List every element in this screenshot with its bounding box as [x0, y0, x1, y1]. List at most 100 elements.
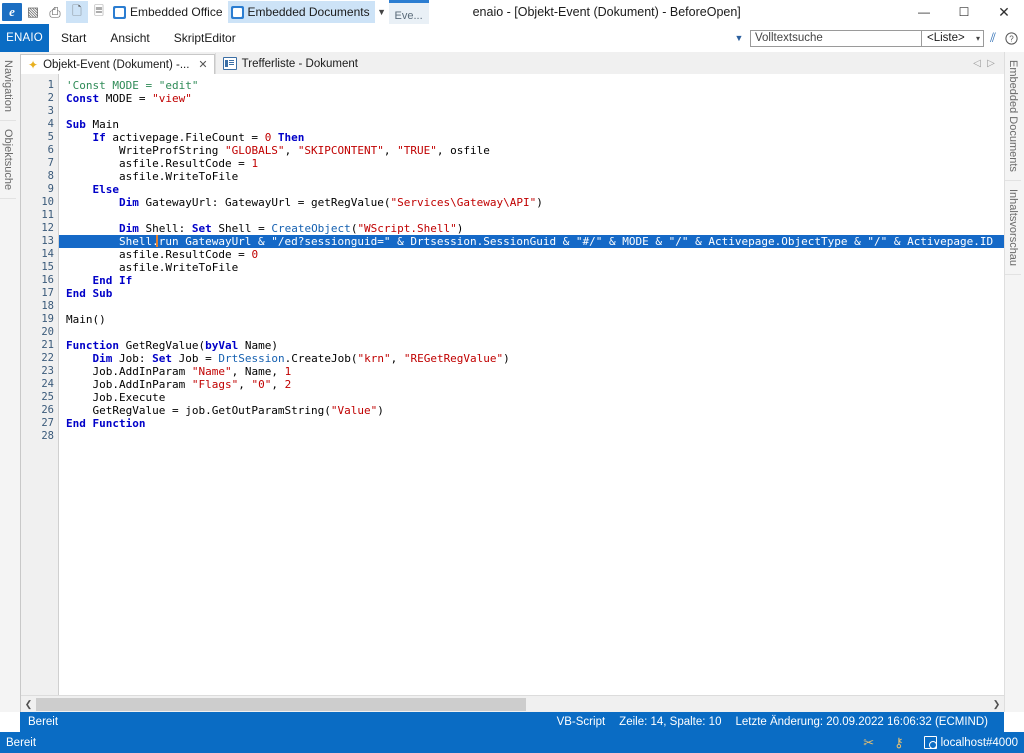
line-number: 7 — [47, 157, 54, 169]
code-line[interactable] — [59, 326, 1004, 339]
code-token: Name) — [244, 339, 278, 352]
code-line[interactable] — [59, 209, 1004, 222]
key-icon[interactable]: ⚷ — [884, 735, 914, 751]
edit-icon[interactable]: ▧ — [22, 1, 44, 23]
close-button[interactable]: ✕ — [984, 0, 1024, 24]
line-number: 12 — [41, 222, 54, 234]
sidebar-item-navigation[interactable]: Navigation — [0, 52, 16, 121]
sidebar-item-embedded-documents[interactable]: Embedded Documents — [1005, 52, 1021, 181]
text-caret — [156, 235, 158, 247]
code-text-area[interactable]: 'Const MODE = "edit" Const MODE = "view" … — [59, 74, 1004, 695]
line-number: 20 — [41, 326, 54, 338]
tab-skripteditor[interactable]: SkriptEditor — [162, 24, 248, 52]
code-token: , — [383, 144, 398, 157]
code-editor[interactable]: 1 2 3 4 5 6 7 8 9 10 11 12 13 14 15 16 17 18 19 20 21 22 23 24 2… — [20, 74, 1004, 712]
code-line[interactable]: Job.Execute — [59, 391, 1004, 404]
scroll-left-icon[interactable]: ❮ — [21, 697, 36, 712]
scissors-icon[interactable]: ✂ — [853, 735, 884, 751]
tab-ansicht[interactable]: Ansicht — [98, 24, 161, 52]
code-line[interactable]: Shell.run GatewayUrl & "/ed?sessionguid=… — [59, 235, 1004, 248]
ribbon-brand-tab[interactable]: ENAIO — [0, 24, 49, 52]
scroll-right-icon[interactable]: ❯ — [989, 697, 1004, 712]
code-token: ) — [503, 352, 510, 365]
code-token: asfile.ResultCode = — [66, 248, 252, 261]
embedded-documents-button[interactable]: Embedded Documents — [227, 1, 375, 23]
code-token: Set — [152, 352, 179, 365]
tab-next-icon[interactable]: ▷ — [984, 58, 998, 69]
tab-start[interactable]: Start — [49, 24, 98, 52]
code-line[interactable]: Function GetRegValue(byVal Name) — [59, 339, 1004, 352]
code-token: "Value" — [330, 404, 378, 417]
list-selector-dropdown[interactable]: <Liste> ▾ — [922, 29, 984, 47]
enaio-logo-icon[interactable]: e — [2, 3, 22, 21]
code-line[interactable]: Job.AddInParam "Flags", "0", 2 — [59, 378, 1004, 391]
code-token: Set — [191, 222, 219, 235]
search-input[interactable]: Volltextsuche — [750, 29, 922, 47]
line-number: 8 — [47, 170, 54, 182]
line-number: 1 — [47, 79, 54, 91]
code-line[interactable]: Sub Main — [59, 118, 1004, 131]
server-icon — [923, 736, 937, 749]
editor-horizontal-scrollbar[interactable]: ❮ ❯ — [21, 695, 1004, 712]
tab-prev-icon[interactable]: ◁ — [970, 58, 984, 69]
code-token: asfile.WriteToFile — [66, 261, 239, 274]
code-line[interactable]: asfile.ResultCode = 1 — [59, 157, 1004, 170]
code-line[interactable] — [59, 105, 1004, 118]
tools-icon[interactable]: ⫽ — [984, 24, 1002, 52]
code-line[interactable]: Main() — [59, 313, 1004, 326]
scrollbar-thumb[interactable] — [36, 697, 526, 711]
eve-tab-button[interactable]: Eve... — [388, 0, 429, 24]
code-line[interactable]: asfile.WriteToFile — [59, 261, 1004, 274]
code-token: , osfile — [436, 144, 490, 157]
code-line[interactable]: If activepage.FileCount = 0 Then — [59, 131, 1004, 144]
minimize-button[interactable]: — — [904, 0, 944, 24]
print-icon[interactable]: ⎙ — [44, 1, 66, 23]
line-number: 17 — [41, 287, 54, 299]
code-line[interactable]: Else — [59, 183, 1004, 196]
code-line[interactable]: 'Const MODE = "edit" — [59, 79, 1004, 92]
code-line[interactable]: asfile.WriteToFile — [59, 170, 1004, 183]
code-line[interactable]: End Sub — [59, 287, 1004, 300]
line-number: 27 — [41, 417, 54, 429]
code-token: byVal — [205, 339, 245, 352]
line-number: 25 — [41, 391, 54, 403]
code-line[interactable]: Dim GatewayUrl: GatewayUrl = getRegValue… — [59, 196, 1004, 209]
code-line[interactable]: Job.AddInParam "Name", Name, 1 — [59, 365, 1004, 378]
host-indicator[interactable]: localhost#4000 — [914, 736, 1024, 749]
code-line[interactable] — [59, 300, 1004, 313]
help-icon[interactable]: ? — [1002, 24, 1020, 52]
code-line[interactable]: Dim Job: Set Job = DrtSession.CreateJob(… — [59, 352, 1004, 365]
maximize-button[interactable]: ☐ — [944, 0, 984, 24]
code-token: Shell.run GatewayUrl & "/ed?sessionguid=… — [66, 235, 994, 248]
search-scope-caret-icon[interactable]: ▼ — [728, 24, 750, 52]
code-token: , — [271, 378, 285, 391]
code-token: 0 — [251, 248, 259, 261]
code-token: Sub — [66, 118, 93, 131]
code-line[interactable]: End If — [59, 274, 1004, 287]
chevron-down-icon[interactable]: ▼ — [375, 1, 389, 23]
embedded-office-button[interactable]: Embedded Office — [110, 1, 228, 23]
title-bar: e ▧ ⎙ 🗋 🗏 Embedded Office Embedded Docum… — [0, 0, 1024, 25]
code-token: 1 — [284, 365, 292, 378]
tab-trefferliste[interactable]: Trefferliste - Dokument — [214, 53, 364, 74]
code-token: End If — [66, 274, 133, 287]
code-line[interactable]: asfile.ResultCode = 0 — [59, 248, 1004, 261]
line-number: 16 — [41, 274, 54, 286]
scrollbar-track[interactable] — [36, 696, 989, 712]
code-token: activepage.FileCount = — [112, 131, 265, 144]
code-line[interactable]: Const MODE = "view" — [59, 92, 1004, 105]
left-dock-panel: Navigation Objektsuche — [0, 52, 21, 712]
sidebar-item-inhaltsvorschau[interactable]: Inhaltsvorschau — [1005, 180, 1021, 275]
code-line[interactable] — [59, 430, 1004, 443]
quick-access-toolbar: e ▧ ⎙ 🗋 🗏 Embedded Office Embedded Docum… — [0, 0, 429, 24]
document-check-icon[interactable]: 🗋 — [66, 1, 88, 23]
close-icon[interactable]: ✕ — [198, 58, 207, 71]
code-line[interactable]: Dim Shell: Set Shell = CreateObject("WSc… — [59, 222, 1004, 235]
tab-objekt-event[interactable]: ✦ Objekt-Event (Dokument) -... ✕ — [20, 54, 215, 75]
tab-trefferliste-label: Trefferliste - Dokument — [241, 57, 358, 70]
code-line[interactable]: GetRegValue = job.GetOutParamString("Val… — [59, 404, 1004, 417]
code-line[interactable]: End Function — [59, 417, 1004, 430]
code-line[interactable]: WriteProfString "GLOBALS", "SKIPCONTENT"… — [59, 144, 1004, 157]
copy-icon[interactable]: 🗏 — [88, 1, 110, 23]
sidebar-item-objektsuche[interactable]: Objektsuche — [0, 120, 16, 200]
